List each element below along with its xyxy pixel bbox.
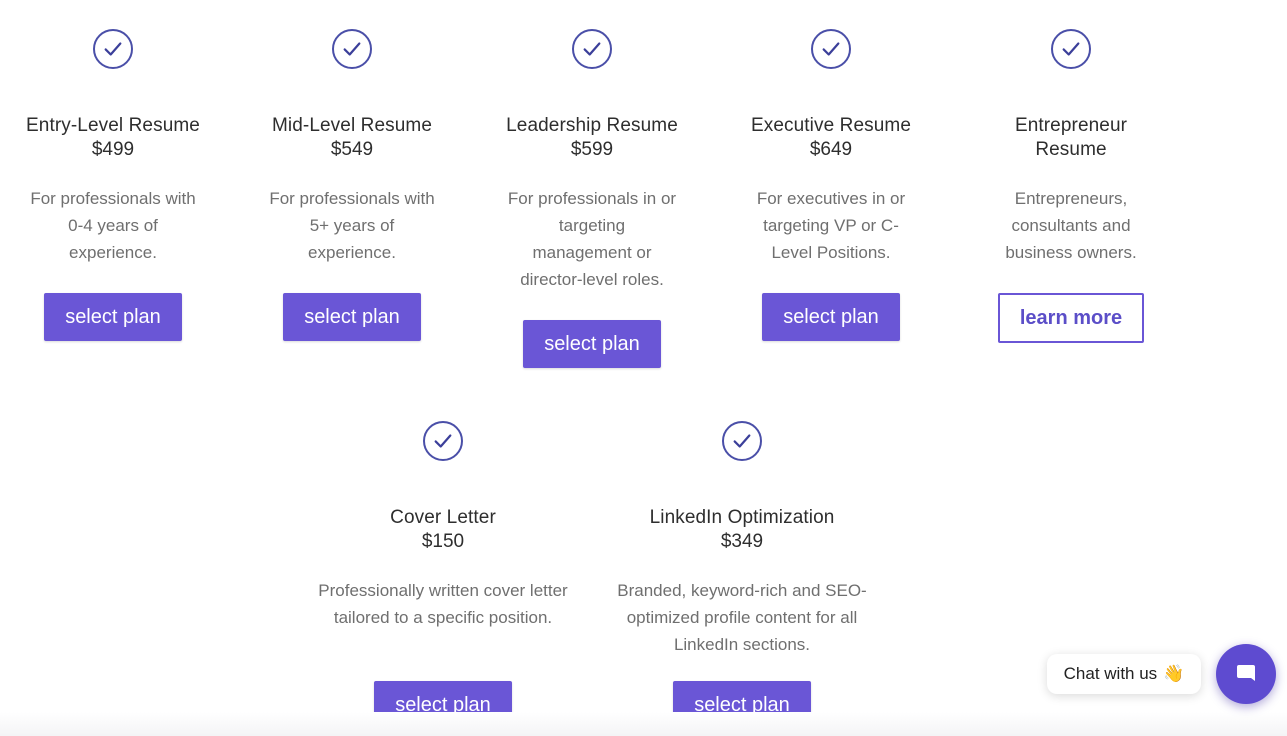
plan-description: Professionally written cover letter tail… [318, 581, 568, 627]
plan-price: $549 [330, 139, 374, 160]
plan-title: Entry-Level Resume [26, 115, 200, 136]
plan-card-leadership: Leadership Resume $599 For professionals… [492, 29, 692, 368]
chat-prompt-bubble[interactable]: Chat with us 👋 [1047, 654, 1201, 694]
chat-launcher-button[interactable] [1216, 644, 1276, 704]
check-circle-icon [1051, 29, 1091, 69]
plan-card-entry-level: Entry-Level Resume $499 For professional… [13, 29, 213, 341]
plan-card-executive: Executive Resume $649 For executives in … [731, 29, 931, 341]
learn-more-button[interactable]: learn more [997, 293, 1145, 343]
check-circle-icon [93, 29, 133, 69]
plan-title: Mid-Level Resume [272, 115, 432, 136]
plan-description: Entrepreneurs, consultants and business … [1005, 189, 1137, 262]
check-circle-icon [332, 29, 372, 69]
plan-description: For professionals with 0-4 years of expe… [30, 189, 196, 262]
plan-price: $649 [809, 139, 853, 160]
check-circle-icon [572, 29, 612, 69]
plan-card-linkedin: LinkedIn Optimization $349 Branded, keyw… [592, 421, 892, 729]
chat-prompt-label: Chat with us [1063, 664, 1158, 683]
plan-title: Entrepreneur Resume [1014, 115, 1128, 160]
waving-hand-icon: 👋 [1163, 664, 1185, 683]
plan-title: Executive Resume [750, 115, 911, 136]
chat-bubble-icon [1237, 665, 1255, 681]
select-plan-button[interactable]: select plan [44, 293, 182, 341]
check-circle-icon [722, 421, 762, 461]
select-plan-button[interactable]: select plan [283, 293, 421, 341]
plan-title: Cover Letter [390, 507, 496, 528]
plan-description: For professionals with 5+ years of exper… [269, 189, 435, 262]
plan-description: Branded, keyword-rich and SEO- optimized… [617, 581, 867, 654]
plan-card-cover-letter: Cover Letter $150 Professionally written… [293, 421, 593, 729]
plan-description: For executives in or targeting VP or C- … [756, 189, 906, 262]
plan-card-mid-level: Mid-Level Resume $549 For professionals … [252, 29, 452, 341]
plan-price: $349 [720, 531, 764, 552]
page-bottom-edge [0, 712, 1287, 736]
plan-title: LinkedIn Optimization [649, 507, 835, 528]
plan-card-entrepreneur: Entrepreneur Resume Entrepreneurs, consu… [971, 29, 1171, 343]
plan-price: $499 [91, 139, 135, 160]
plan-title: Leadership Resume [506, 115, 678, 136]
plan-description: For professionals in or targeting manage… [507, 189, 677, 289]
plan-price: $150 [421, 531, 465, 552]
plan-price: $599 [570, 139, 614, 160]
check-circle-icon [423, 421, 463, 461]
select-plan-button[interactable]: select plan [523, 320, 661, 368]
check-circle-icon [811, 29, 851, 69]
select-plan-button[interactable]: select plan [762, 293, 900, 341]
